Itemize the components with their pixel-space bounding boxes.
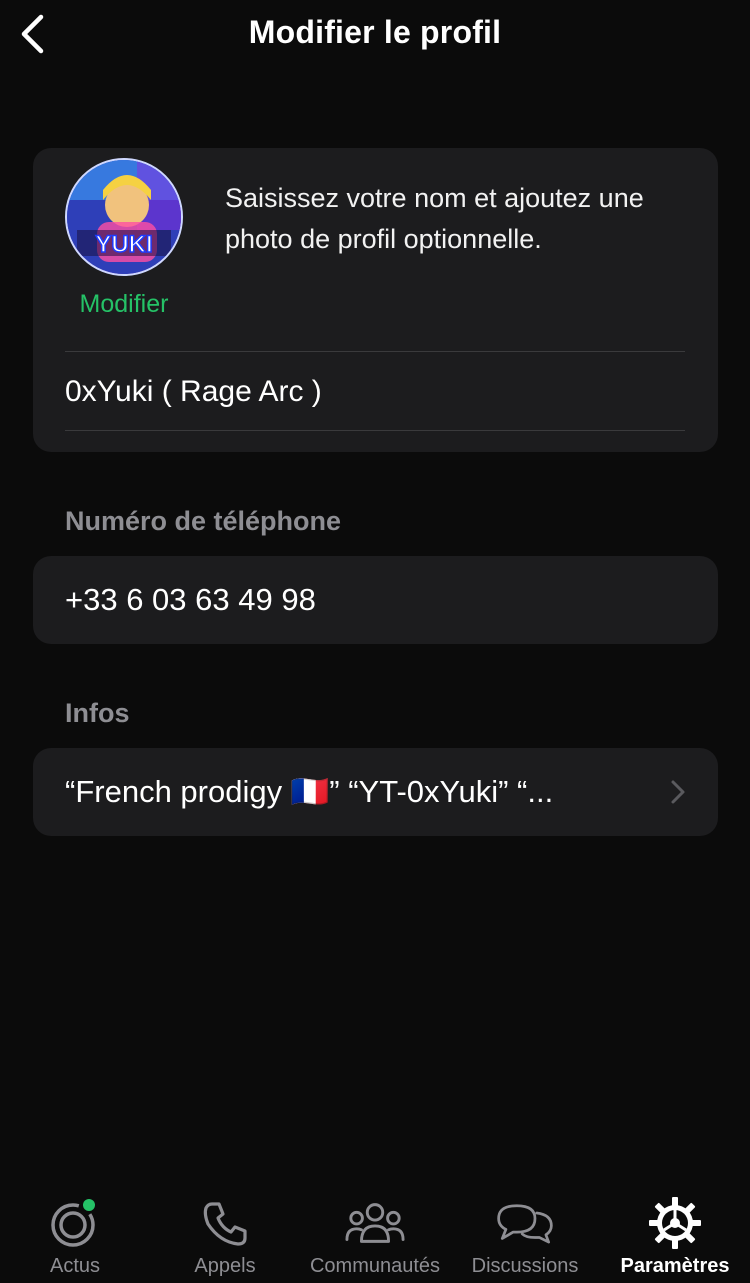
- tab-communities[interactable]: Communautés: [300, 1185, 450, 1283]
- name-input[interactable]: 0xYuki ( Rage Arc ): [65, 353, 685, 431]
- tab-label: Paramètres: [620, 1255, 730, 1277]
- tab-label: Discussions: [471, 1255, 579, 1277]
- tab-label: Actus: [49, 1255, 101, 1277]
- tab-label: Communautés: [309, 1255, 441, 1277]
- avatar[interactable]: YUKI: [65, 158, 183, 276]
- about-text: “French prodigy 🇫🇷” “YT-0xYuki” “...: [65, 774, 554, 809]
- profile-hint: Saisissez votre nom et ajoutez une photo…: [225, 183, 644, 254]
- edit-photo-link[interactable]: Modifier: [63, 290, 185, 319]
- tab-chats[interactable]: Discussions: [450, 1185, 600, 1283]
- tab-updates[interactable]: Actus: [0, 1185, 150, 1283]
- divider: [65, 351, 685, 352]
- communities-icon: [345, 1195, 405, 1251]
- about-section-label: Infos: [65, 698, 130, 728]
- phone-section-label: Numéro de téléphone: [65, 506, 342, 536]
- avatar-image: YUKI: [67, 160, 181, 274]
- updates-icon: [45, 1195, 105, 1251]
- phone-number: +33 6 03 63 49 98: [65, 582, 316, 617]
- tab-calls[interactable]: Appels: [150, 1185, 300, 1283]
- chats-icon: [495, 1195, 555, 1251]
- divider: [65, 430, 685, 431]
- chevron-right-icon: [671, 780, 685, 804]
- phone-card: +33 6 03 63 49 98: [33, 556, 718, 644]
- tab-label: Appels: [194, 1255, 256, 1277]
- phone-icon: [195, 1195, 255, 1251]
- avatar-text: YUKI: [95, 231, 152, 258]
- tab-bar: Actus Appels Communautés Discussions Par…: [0, 1185, 750, 1283]
- header: Modifier le profil: [0, 0, 750, 70]
- profile-card: YUKI Modifier Saisissez votre nom et ajo…: [33, 148, 718, 452]
- tab-settings[interactable]: Paramètres: [600, 1185, 750, 1283]
- about-row[interactable]: “French prodigy 🇫🇷” “YT-0xYuki” “...: [33, 748, 718, 836]
- settings-icon: [645, 1195, 705, 1251]
- page-title: Modifier le profil: [248, 14, 502, 50]
